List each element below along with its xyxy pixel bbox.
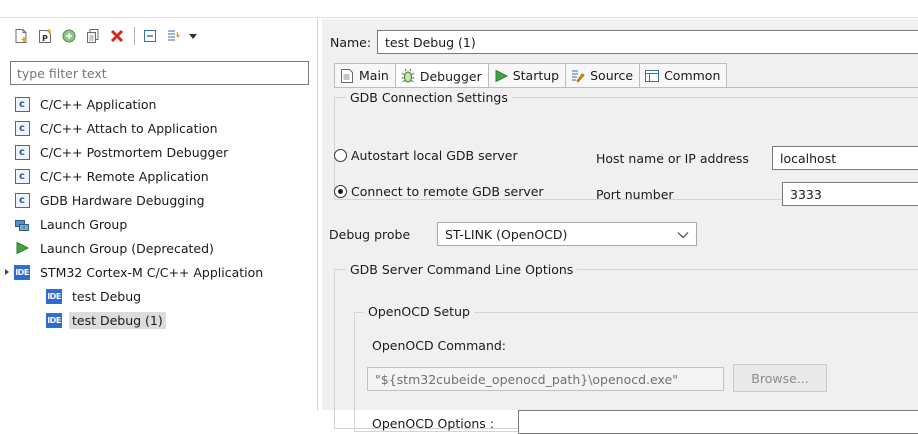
c-app-icon: c bbox=[14, 168, 30, 184]
autostart-label: Autostart local GDB server bbox=[351, 148, 518, 163]
openocd-options-label: OpenOCD Options : bbox=[372, 416, 494, 431]
tab-startup[interactable]: Startup bbox=[487, 63, 567, 87]
play-icon bbox=[14, 240, 30, 256]
tree-item-c-remote[interactable]: c C/C++ Remote Application bbox=[0, 164, 317, 188]
port-label: Port number bbox=[596, 187, 674, 202]
browse-button-label: Browse... bbox=[751, 370, 809, 386]
c-app-icon: c bbox=[14, 120, 30, 136]
port-input[interactable] bbox=[782, 182, 918, 206]
tree-item-label: GDB Hardware Debugging bbox=[40, 192, 205, 208]
tab-debugger[interactable]: Debugger bbox=[394, 63, 489, 88]
window-top-strip bbox=[0, 0, 918, 18]
host-input[interactable] bbox=[772, 146, 918, 170]
tree-item-label: STM32 Cortex-M C/C++ Application bbox=[40, 264, 264, 280]
tree-item-label: C/C++ Remote Application bbox=[40, 168, 209, 184]
source-tab-icon bbox=[570, 68, 586, 84]
config-tabs: Main Debugger Startup Source Common bbox=[334, 63, 728, 88]
gdb-connection-group-title: GDB Connection Settings bbox=[346, 90, 512, 105]
tree-item-launch-group[interactable]: Launch Group bbox=[0, 212, 317, 236]
tree-item-label: Launch Group (Deprecated) bbox=[40, 240, 214, 256]
openocd-options-input[interactable] bbox=[518, 410, 918, 434]
debug-probe-select[interactable]: ST-LINK (OpenOCD) bbox=[437, 222, 697, 246]
ide-icon: IDE bbox=[46, 312, 62, 328]
name-row: Name: bbox=[330, 30, 371, 54]
main-tab-icon bbox=[339, 68, 355, 84]
tab-label: Source bbox=[590, 68, 634, 83]
tree-item-test-debug[interactable]: IDE test Debug bbox=[0, 284, 317, 308]
debug-probe-value: ST-LINK (OpenOCD) bbox=[445, 226, 568, 242]
tree-item-stm32-cortex-m[interactable]: IDE STM32 Cortex-M C/C++ Application bbox=[0, 260, 317, 284]
dropdown-icon[interactable] bbox=[187, 25, 199, 47]
filter-icon[interactable] bbox=[163, 25, 185, 47]
expand-arrow-icon[interactable] bbox=[5, 269, 9, 275]
tree-item-label: C/C++ Attach to Application bbox=[40, 120, 218, 136]
chevron-down-icon bbox=[677, 227, 689, 242]
tree-item-launch-group-deprecated[interactable]: Launch Group (Deprecated) bbox=[0, 236, 317, 260]
tree-item-c-postmortem[interactable]: c C/C++ Postmortem Debugger bbox=[0, 140, 317, 164]
collapse-all-icon[interactable] bbox=[139, 25, 161, 47]
duplicate-icon[interactable] bbox=[82, 25, 104, 47]
openocd-command-label: OpenOCD Command: bbox=[372, 338, 507, 353]
common-tab-icon bbox=[644, 68, 660, 84]
radio-dot bbox=[334, 149, 347, 162]
debugger-tab-body: GDB Connection Settings Autostart local … bbox=[329, 87, 918, 434]
ide-icon: IDE bbox=[14, 264, 30, 280]
tree-item-label: test Debug (1) bbox=[69, 311, 166, 329]
tab-label: Common bbox=[664, 68, 721, 83]
toolbar-separator bbox=[134, 27, 135, 45]
c-app-icon: c bbox=[14, 192, 30, 208]
c-app-icon: c bbox=[14, 96, 30, 112]
tree-item-label: test Debug bbox=[72, 288, 142, 304]
tab-label: Startup bbox=[512, 68, 560, 83]
export-icon[interactable] bbox=[58, 25, 80, 47]
host-label: Host name or IP address bbox=[596, 151, 749, 166]
debugger-tab-icon bbox=[400, 68, 416, 84]
c-app-icon: c bbox=[14, 144, 30, 160]
name-label: Name: bbox=[330, 34, 372, 50]
autostart-radio[interactable]: Autostart local GDB server bbox=[334, 148, 518, 163]
delete-icon[interactable] bbox=[106, 25, 128, 47]
name-input[interactable] bbox=[377, 30, 918, 54]
radio-dot bbox=[334, 185, 347, 198]
svg-text:P: P bbox=[42, 34, 48, 43]
startup-tab-icon bbox=[493, 68, 509, 84]
remote-label: Connect to remote GDB server bbox=[351, 184, 544, 199]
tree-item-c-attach[interactable]: c C/C++ Attach to Application bbox=[0, 116, 317, 140]
tree-toolbar: P bbox=[10, 23, 201, 49]
debug-probe-label: Debug probe bbox=[329, 227, 411, 242]
tree-item-c-application[interactable]: c C/C++ Application bbox=[0, 92, 317, 116]
new-configuration-icon[interactable] bbox=[10, 25, 32, 47]
tree-item-label: Launch Group bbox=[40, 216, 128, 232]
tab-main[interactable]: Main bbox=[334, 63, 396, 87]
remote-radio[interactable]: Connect to remote GDB server bbox=[334, 184, 544, 199]
launch-config-tree-pane: P c C/C++ Application c C/C++ Attach t bbox=[0, 19, 318, 410]
ide-icon: IDE bbox=[46, 288, 62, 304]
tree-item-label: C/C++ Application bbox=[40, 96, 157, 112]
launch-group-icon bbox=[14, 216, 30, 232]
tab-label: Main bbox=[359, 68, 389, 83]
tree-item-label: C/C++ Postmortem Debugger bbox=[40, 144, 229, 160]
tab-source[interactable]: Source bbox=[565, 63, 641, 87]
tree-item-test-debug-1[interactable]: IDE test Debug (1) bbox=[0, 308, 317, 332]
openocd-command-input bbox=[367, 367, 724, 391]
browse-button: Browse... bbox=[733, 364, 827, 392]
openocd-setup-title: OpenOCD Setup bbox=[364, 304, 474, 319]
config-type-tree: c C/C++ Application c C/C++ Attach to Ap… bbox=[0, 92, 317, 332]
tree-item-gdb-hardware[interactable]: c GDB Hardware Debugging bbox=[0, 188, 317, 212]
new-prototype-icon[interactable]: P bbox=[34, 25, 56, 47]
filter-input[interactable] bbox=[10, 61, 309, 85]
tab-common[interactable]: Common bbox=[639, 63, 728, 87]
config-editor-pane: Name: Main Debugger Startup Source bbox=[322, 19, 918, 434]
gdb-server-options-title: GDB Server Command Line Options bbox=[346, 262, 578, 277]
tab-label: Debugger bbox=[419, 68, 482, 84]
